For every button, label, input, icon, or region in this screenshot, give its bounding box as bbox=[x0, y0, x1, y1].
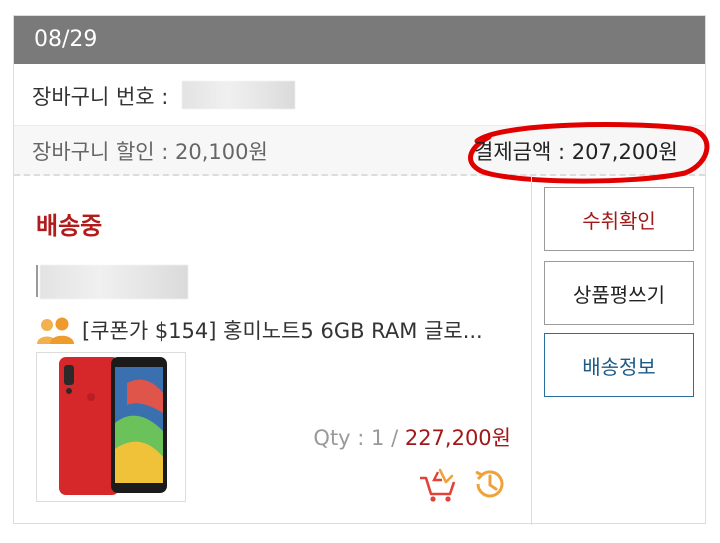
quantity: Qty : 1 / bbox=[313, 426, 405, 450]
seller-name-redacted bbox=[40, 265, 188, 299]
cart-number-label: 장바구니 번호 : bbox=[32, 85, 169, 109]
quantity-price: Qty : 1 / 227,200원 bbox=[313, 422, 511, 452]
add-to-cart-icon[interactable] bbox=[418, 468, 458, 504]
order-card: 08/29 장바구니 번호 : 장바구니 할인 : 20,100원 결제금액 :… bbox=[13, 15, 710, 525]
product-title-row[interactable]: [쿠폰가 $154] 홍미노트5 6GB RAM 글로... bbox=[36, 314, 526, 348]
order-date: 08/29 bbox=[34, 27, 98, 52]
confirm-receipt-button[interactable]: 수취확인 bbox=[544, 187, 694, 251]
order-date-header: 08/29 bbox=[14, 16, 705, 64]
seller-name-divider bbox=[36, 265, 38, 297]
item-price: 227,200원 bbox=[404, 426, 511, 450]
shipping-info-button[interactable]: 배송정보 bbox=[544, 333, 694, 397]
history-icon[interactable] bbox=[472, 466, 508, 502]
product-image[interactable] bbox=[36, 352, 186, 502]
cart-discount: 장바구니 할인 : 20,100원 bbox=[32, 140, 268, 164]
group-buy-icon bbox=[37, 317, 74, 344]
cart-number-redacted bbox=[182, 81, 295, 109]
write-review-button[interactable]: 상품평쓰기 bbox=[544, 261, 694, 325]
product-name-link[interactable]: [쿠폰가 $154] 홍미노트5 6GB RAM 글로... bbox=[82, 314, 522, 348]
discount-payment-row: 장바구니 할인 : 20,100원 결제금액 : 207,200원 bbox=[14, 122, 710, 184]
payment-amount: 결제금액 : 207,200원 bbox=[474, 140, 678, 164]
phone-image bbox=[59, 357, 167, 495]
delivery-status: 배송중 bbox=[36, 212, 103, 240]
order-item: 배송중 [쿠폰가 $154] 홍미노트5 6GB RAM 글로... Qty:… bbox=[14, 176, 531, 525]
cart-number-row: 장바구니 번호 : bbox=[14, 64, 705, 126]
order-actions: 수취확인 상품평쓰기 배송정보 bbox=[531, 176, 705, 525]
